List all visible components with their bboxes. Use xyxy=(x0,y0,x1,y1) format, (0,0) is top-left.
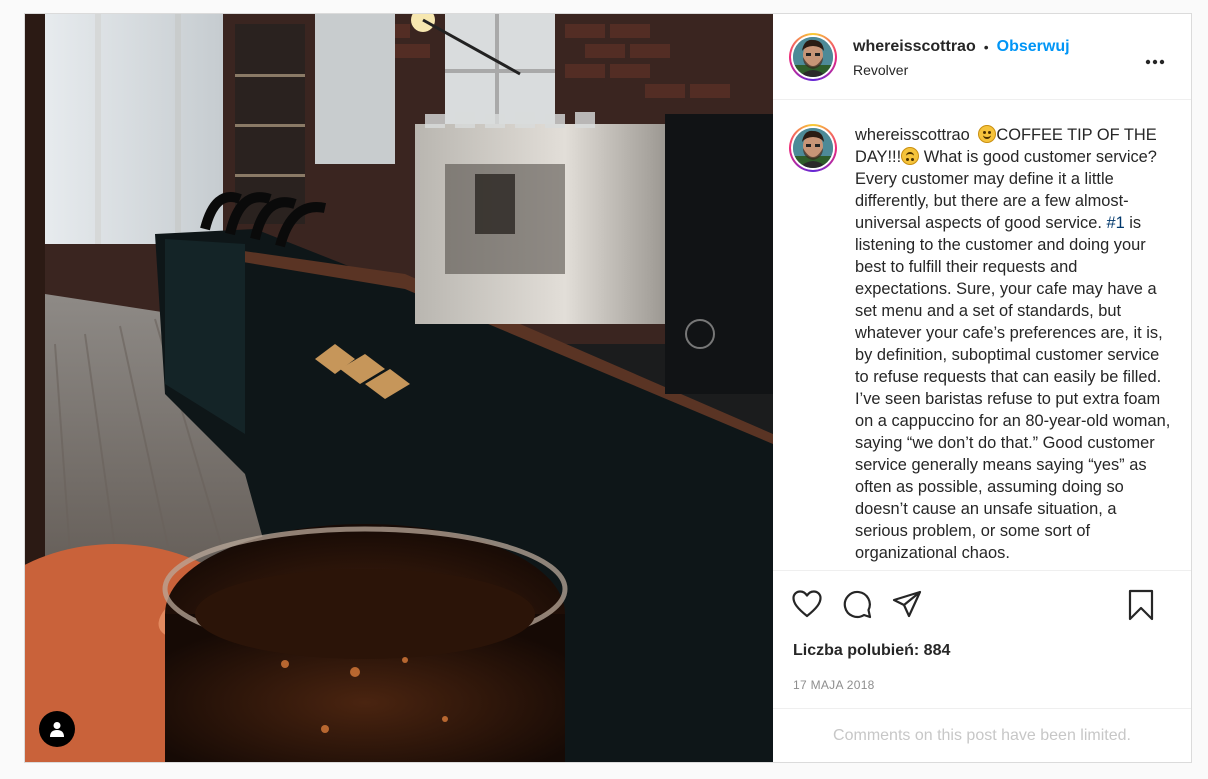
caption-hashtag[interactable]: #1 xyxy=(1106,214,1124,232)
caption-username[interactable]: whereisscottrao xyxy=(855,126,970,144)
post-actions xyxy=(773,570,1191,636)
instagram-post: whereisscottrao • Obserwuj Revolver wher… xyxy=(24,13,1192,763)
author-avatar[interactable] xyxy=(789,32,837,81)
likes-count[interactable]: Liczba polubień: 884 xyxy=(773,636,1191,670)
cafe-bar-photo xyxy=(25,14,773,762)
share-icon[interactable] xyxy=(891,588,923,620)
follow-button[interactable]: Obserwuj xyxy=(997,38,1070,56)
post-photo[interactable] xyxy=(25,14,773,762)
post-date[interactable]: 17 MAJA 2018 xyxy=(773,670,1191,702)
more-options-icon[interactable] xyxy=(1145,52,1165,70)
post-caption: whereisscottrao COFFEE TIP OF THE DAY!!!… xyxy=(855,124,1173,570)
smiling-face-emoji xyxy=(978,125,997,143)
upside-down-face-emoji xyxy=(901,147,920,165)
post-side-panel: whereisscottrao • Obserwuj Revolver wher… xyxy=(773,14,1191,762)
user-tag-icon[interactable] xyxy=(39,711,75,747)
separator-dot: • xyxy=(983,38,989,55)
heart-icon[interactable] xyxy=(791,588,823,620)
caption-part-3: is listening to the customer and doing y… xyxy=(855,214,1171,562)
comments-limited-notice: Comments on this post have been limited. xyxy=(773,708,1191,762)
bookmark-icon[interactable] xyxy=(1125,589,1157,621)
post-location[interactable]: Revolver xyxy=(853,62,1070,78)
caption-area: whereisscottrao COFFEE TIP OF THE DAY!!!… xyxy=(773,100,1191,570)
caption-avatar[interactable] xyxy=(789,124,837,172)
author-username[interactable]: whereisscottrao xyxy=(853,38,976,56)
comment-icon[interactable] xyxy=(841,588,873,620)
post-header: whereisscottrao • Obserwuj Revolver xyxy=(773,14,1191,100)
